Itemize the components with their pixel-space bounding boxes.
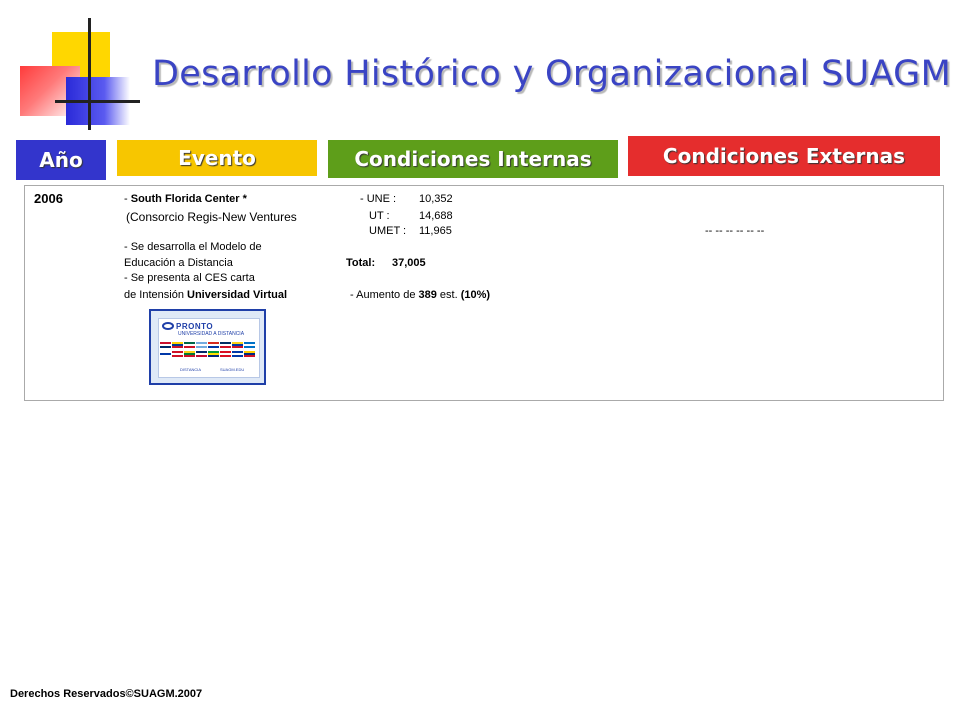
umet-label: UMET : [369,225,407,237]
aumento-line: - Aumento de 389 est. (10%) [350,289,491,301]
pronto-logo-text: PRONTO [176,322,214,331]
evento-line-6: de Intensión Universidad Virtual [124,289,288,301]
une-value: 10,352 [419,193,453,205]
flag-icon [208,351,219,357]
flag-icon [172,351,183,357]
header-condiciones-externas: Condiciones Externas [628,136,940,176]
flag-icon [208,342,219,348]
pronto-footer-left: DISTANCIA [180,367,202,372]
flag-icon [160,351,171,357]
logo-vertical-line [88,18,91,130]
flag-icon [244,342,255,348]
total-value: 37,005 [392,257,426,269]
flag-icon [196,342,207,348]
une-label: - UNE : [360,193,397,205]
evento-line-5: - Se presenta al CES carta [124,272,255,284]
evento-line-1: - South Florida Center * [124,193,247,205]
flag-icon [232,342,243,348]
flag-icon [220,342,231,348]
flag-icon [220,351,231,357]
total-label: Total: [346,257,376,269]
pronto-footer-right: SUAGM.EDU [220,367,245,372]
umet-value: 11,965 [419,225,452,237]
logo-horizontal-line [55,100,140,103]
evento-line-3: - Se desarrolla el Modelo de [124,241,262,253]
flags-strip [160,340,256,366]
year-label: 2006 [34,191,63,206]
pronto-circle-icon [162,322,174,330]
page-title: Desarrollo Histórico y Organizacional SU… [152,54,952,94]
flag-icon [232,351,243,357]
header-evento: Evento [117,140,317,176]
flag-icon [184,351,195,357]
flag-icon [244,351,255,357]
flag-icon [184,342,195,348]
header-condiciones-internas: Condiciones Internas [328,140,618,178]
externas-dashes: -- -- -- -- -- -- [705,225,765,237]
evento-line-2: (Consorcio Regis-New Ventures [126,210,297,224]
pronto-logo-subtitle: UNIVERSIDAD A DISTANCIA [178,331,245,337]
ut-value: 14,688 [419,210,453,222]
ut-label: UT : [369,210,390,222]
flag-icon [196,351,207,357]
flag-icon [160,342,171,348]
flag-icon [172,342,183,348]
footer-copyright: Derechos Reservados©SUAGM.2007 [10,688,203,700]
header-ano: Año [16,140,106,180]
evento-line-4: Educación a Distancia [124,257,233,269]
